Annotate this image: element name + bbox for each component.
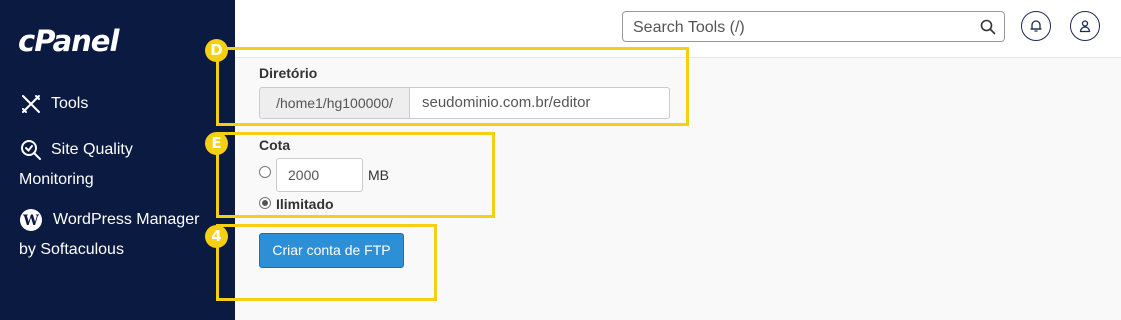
annotation-badge-4: 4 [205,225,228,248]
wordpress-icon: W [20,209,42,231]
sidebar-item-label: WordPress Manager [53,211,200,228]
sidebar: cPanel Tools Site Quality Monitoring W W… [0,0,235,320]
sidebar-item-site-quality[interactable]: Site Quality Monitoring [19,135,219,195]
site-quality-icon [21,140,41,160]
annotation-badge-d: D [205,39,228,62]
annotation-box-4 [216,224,437,301]
search-icon[interactable] [980,19,996,35]
sidebar-item-tools[interactable]: Tools [19,89,88,119]
sidebar-item-label: Site Quality [51,141,133,158]
annotation-box-e [216,132,495,218]
user-icon [1079,20,1091,33]
bell-icon [1030,20,1042,32]
notifications-button[interactable] [1021,11,1051,41]
annotation-badge-e: E [205,132,228,155]
sidebar-item-label: by Softaculous [19,241,124,258]
tools-icon [22,95,40,113]
search-box[interactable] [622,11,1005,42]
svg-text:W: W [22,213,39,229]
sidebar-item-label: Monitoring [19,171,94,188]
annotation-box-d [216,47,689,126]
search-input[interactable] [631,17,965,39]
user-menu-button[interactable] [1070,11,1100,41]
cpanel-logo[interactable]: cPanel [18,24,119,58]
sidebar-item-wordpress[interactable]: W WordPress Manager by Softaculous [19,205,229,265]
